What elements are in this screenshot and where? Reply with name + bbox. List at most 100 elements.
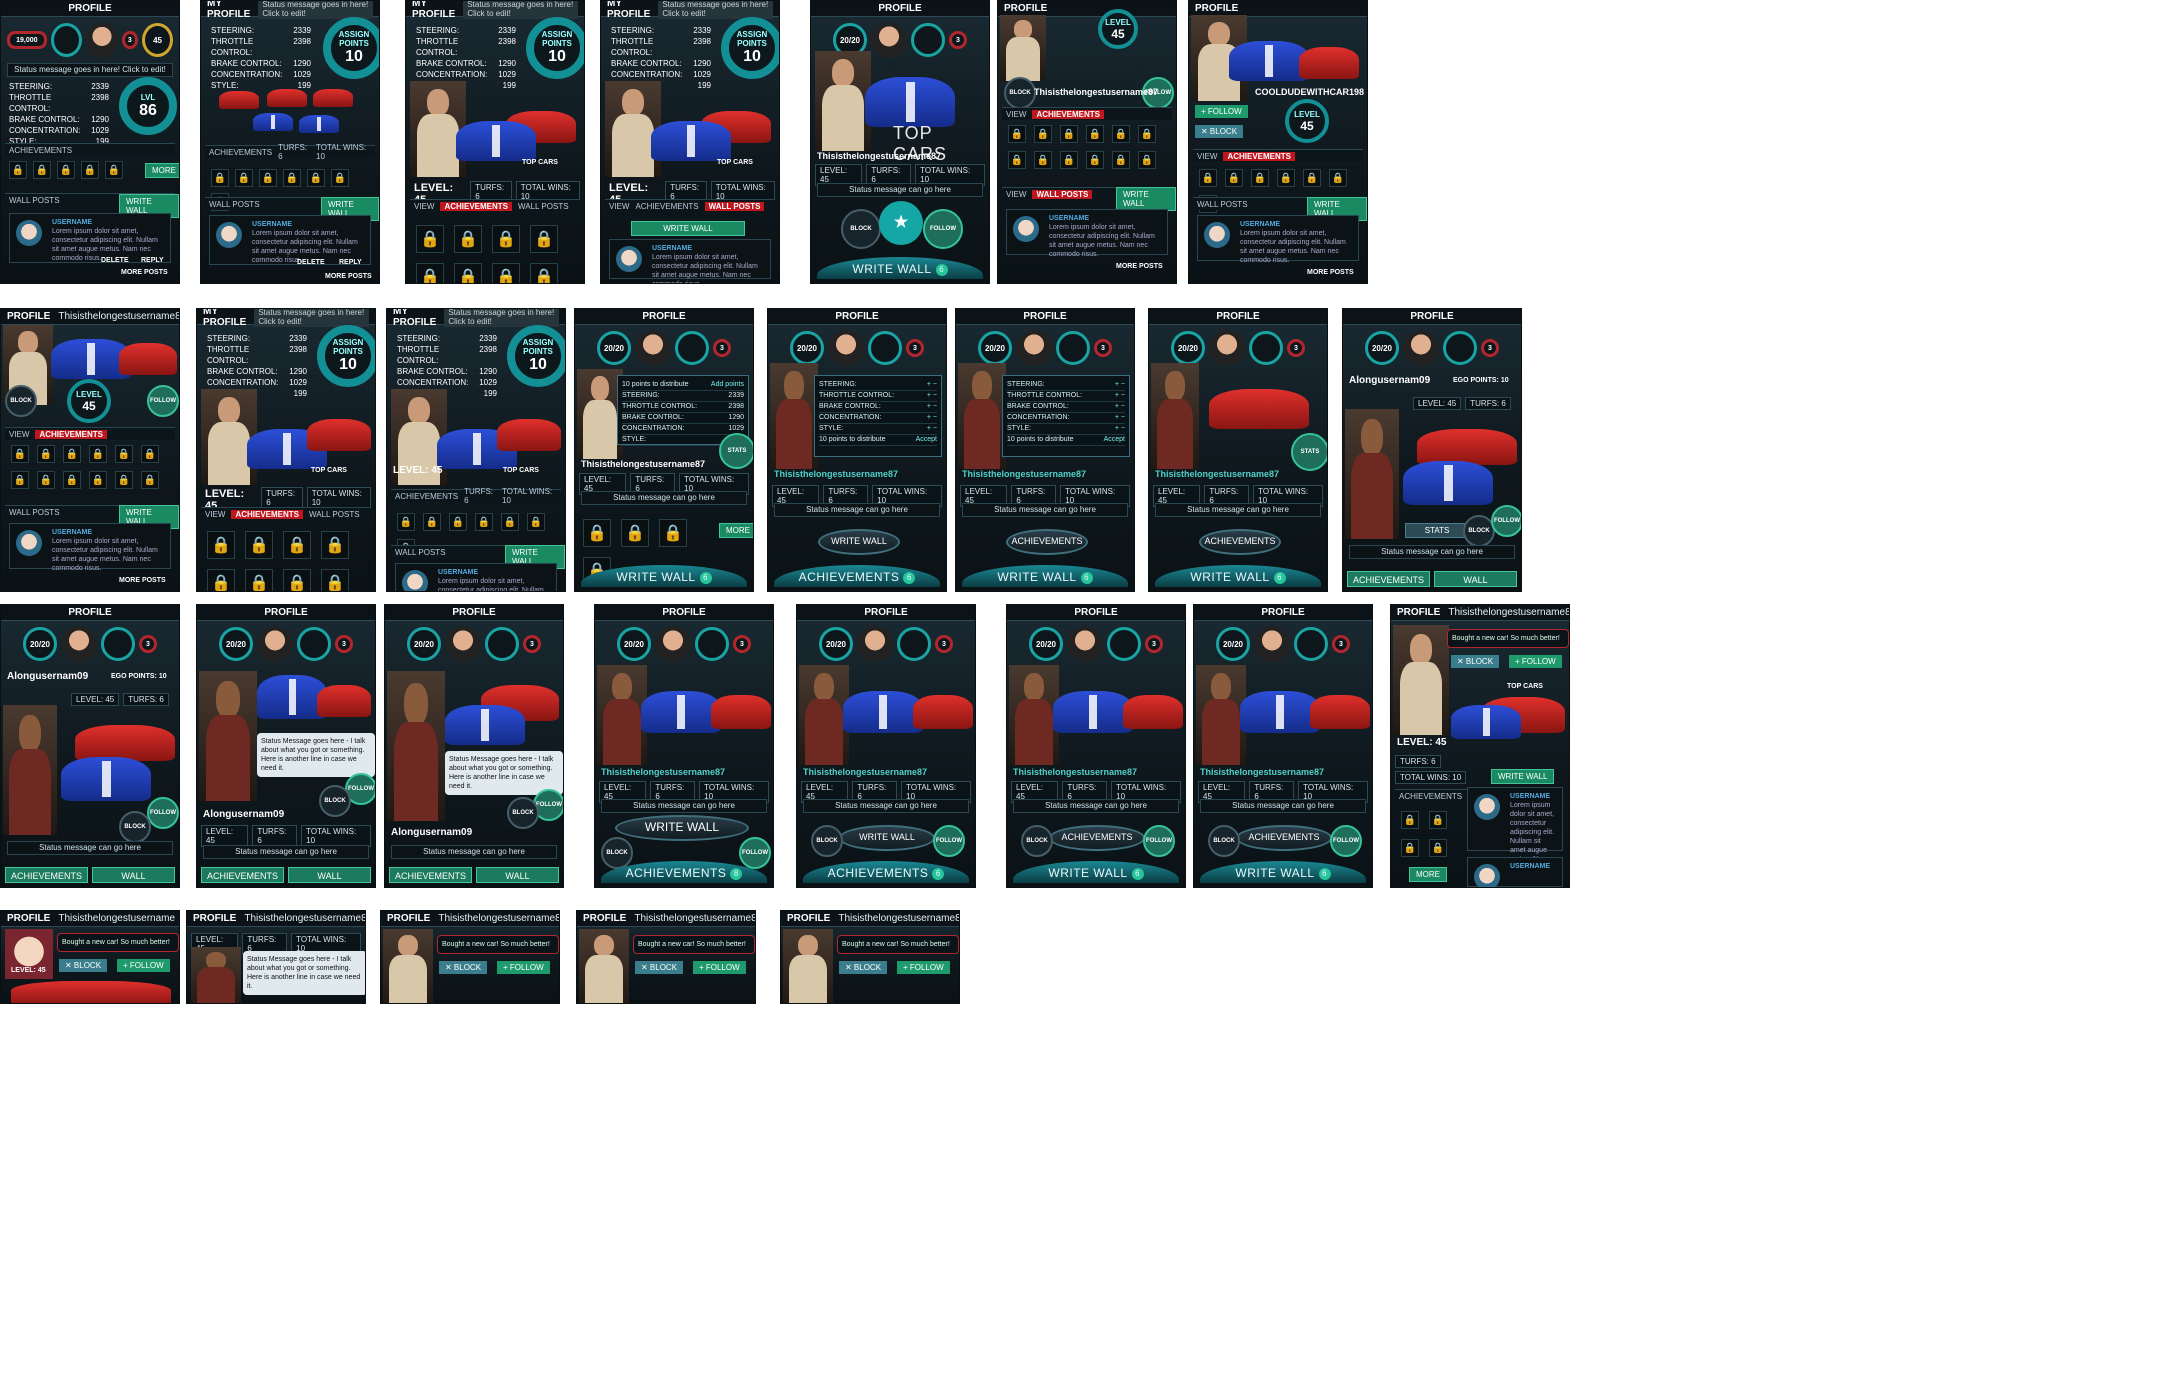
block-button[interactable]: ✕ BLOCK [439,961,488,974]
write-wall-dock[interactable]: WRITE WALL 6 [962,565,1128,587]
car-red[interactable] [1123,695,1183,729]
car-blue[interactable] [1403,461,1493,505]
car-blue[interactable] [1053,691,1133,733]
block-button[interactable]: ✕ BLOCK [59,959,108,972]
car-red[interactable] [711,695,771,729]
stats-button[interactable]: STATS [1291,433,1327,471]
assign-points-ring[interactable]: ASSIGN POINTS 10 [526,17,584,79]
assign-points-ring[interactable]: ASSIGN POINTS 10 [721,17,779,79]
wall-tab[interactable]: WALL [288,867,371,883]
car-blue[interactable] [1451,705,1521,739]
achievements-tab[interactable]: ACHIEVEMENTS (6) [5,867,88,883]
write-wall-button[interactable]: WRITE WALL [839,825,935,851]
block-button[interactable]: BLOCK [119,811,151,843]
car-blue[interactable] [1229,41,1309,81]
follow-button[interactable]: + FOLLOW [117,959,170,972]
stats-button[interactable]: STATS [719,433,753,469]
star-icon[interactable]: ★ [879,201,923,245]
achievements-dock[interactable]: ACHIEVEMENTS 6 [774,565,940,587]
achievements-button[interactable]: ACHIEVEMENTS [1199,529,1281,555]
achievements-button[interactable]: ACHIEVEMENTS [1236,825,1332,851]
car-blue[interactable] [299,115,339,133]
block-button[interactable]: BLOCK [5,385,37,417]
reply-link[interactable]: REPLY [141,257,164,264]
car-red[interactable] [1299,47,1359,79]
follow-button[interactable]: FOLLOW [923,209,963,249]
block-button[interactable]: ✕ BLOCK [1451,655,1500,668]
write-wall-button[interactable]: WRITE WALL [818,529,900,555]
wall-tab[interactable]: WALL [92,867,175,883]
car-red[interactable] [75,725,175,761]
achievements-tab[interactable]: ACHIEVEMENTS (6) [1347,571,1430,587]
status-message[interactable]: Status message goes in here! Click to ed… [7,63,173,77]
car-blue[interactable] [61,757,151,801]
top-cars-label[interactable]: TOP CARS [1507,683,1543,690]
wall-tab[interactable]: WALL [1434,571,1517,587]
top-cars-label[interactable]: TOP CARS [503,467,539,474]
follow-button[interactable]: FOLLOW [1330,825,1362,857]
follow-button[interactable]: + FOLLOW [1509,655,1562,668]
write-wall-dock[interactable]: WRITE WALL 6 [817,257,983,279]
block-button[interactable]: BLOCK [1004,77,1036,109]
car-red[interactable] [497,419,561,451]
car-blue[interactable] [253,113,293,131]
car-blue[interactable] [843,691,923,733]
car-red[interactable] [267,89,307,107]
car-red[interactable] [219,91,259,109]
follow-button[interactable]: FOLLOW [1143,825,1175,857]
follow-button[interactable]: FOLLOW [739,837,771,869]
achievements-dock[interactable]: ACHIEVEMENTS 6 [803,861,969,883]
follow-button[interactable]: + FOLLOW [897,961,950,974]
car-blue[interactable] [641,691,721,733]
write-wall-dock[interactable]: WRITE WALL 6 [1155,565,1321,587]
follow-button[interactable]: FOLLOW [1491,505,1521,537]
assign-points-ring[interactable]: ASSIGN POINTS 10 [323,17,379,79]
achievements-tab[interactable]: ACHIEVEMENTS [201,867,284,883]
block-button[interactable]: BLOCK [507,797,539,829]
follow-button[interactable]: FOLLOW [933,825,965,857]
write-wall-dock[interactable]: WRITE WALL 6 [1013,861,1179,883]
car-red[interactable] [913,695,973,729]
assign-points-ring[interactable]: ASSIGN POINTS 10 [507,325,565,387]
car-blue[interactable] [651,121,731,161]
car-red[interactable] [11,981,171,1003]
accept-button[interactable]: Accept [916,435,937,445]
write-wall-dock[interactable]: WRITE WALL 6 [1200,861,1366,883]
write-wall-button[interactable]: WRITE WALL [1491,769,1555,784]
block-button[interactable]: BLOCK [1208,825,1240,857]
more-posts-link[interactable]: MORE POSTS [1307,269,1354,276]
write-wall-button[interactable]: WRITE WALL [1116,187,1176,211]
reply-link[interactable]: REPLY [339,259,362,266]
car-red[interactable] [313,89,353,107]
follow-button[interactable]: FOLLOW [147,797,179,829]
achievements-button[interactable]: ACHIEVEMENTS [1049,825,1145,851]
car-red[interactable] [1417,429,1517,465]
achievements-button[interactable]: ACHIEVEMENTS [1006,529,1088,555]
car-blue[interactable] [456,121,536,161]
car-red[interactable] [1310,695,1370,729]
more-posts-link[interactable]: MORE POSTS [119,577,166,584]
follow-button[interactable]: FOLLOW [147,385,179,417]
delete-link[interactable]: DELETE [101,257,129,264]
write-wall-button[interactable]: WRITE WALL [615,815,749,841]
more-posts-link[interactable]: MORE POSTS [325,273,372,280]
more-button[interactable]: MORE [1409,867,1447,882]
more-posts-link[interactable]: MORE POSTS [121,269,168,276]
car-blue[interactable] [865,77,955,127]
stats-button[interactable]: STATS [1405,523,1469,538]
accept-button[interactable]: Accept [1104,435,1125,445]
top-cars-label[interactable]: TOP CARS [717,159,753,166]
block-button[interactable]: BLOCK [1021,825,1053,857]
wall-tab[interactable]: WALL [476,867,559,883]
more-button[interactable]: MORE [145,163,179,178]
block-button[interactable]: ✕ BLOCK [1195,125,1244,138]
top-cars-label[interactable]: TOP CARS [522,159,558,166]
follow-button[interactable]: + FOLLOW [497,961,550,974]
write-wall-button[interactable]: WRITE WALL [631,221,745,236]
car-red[interactable] [1209,389,1309,429]
block-button[interactable]: ✕ BLOCK [635,961,684,974]
more-posts-link[interactable]: MORE POSTS [1116,263,1163,270]
car-red[interactable] [317,685,371,717]
car-blue[interactable] [1240,691,1320,733]
delete-link[interactable]: DELETE [297,259,325,266]
